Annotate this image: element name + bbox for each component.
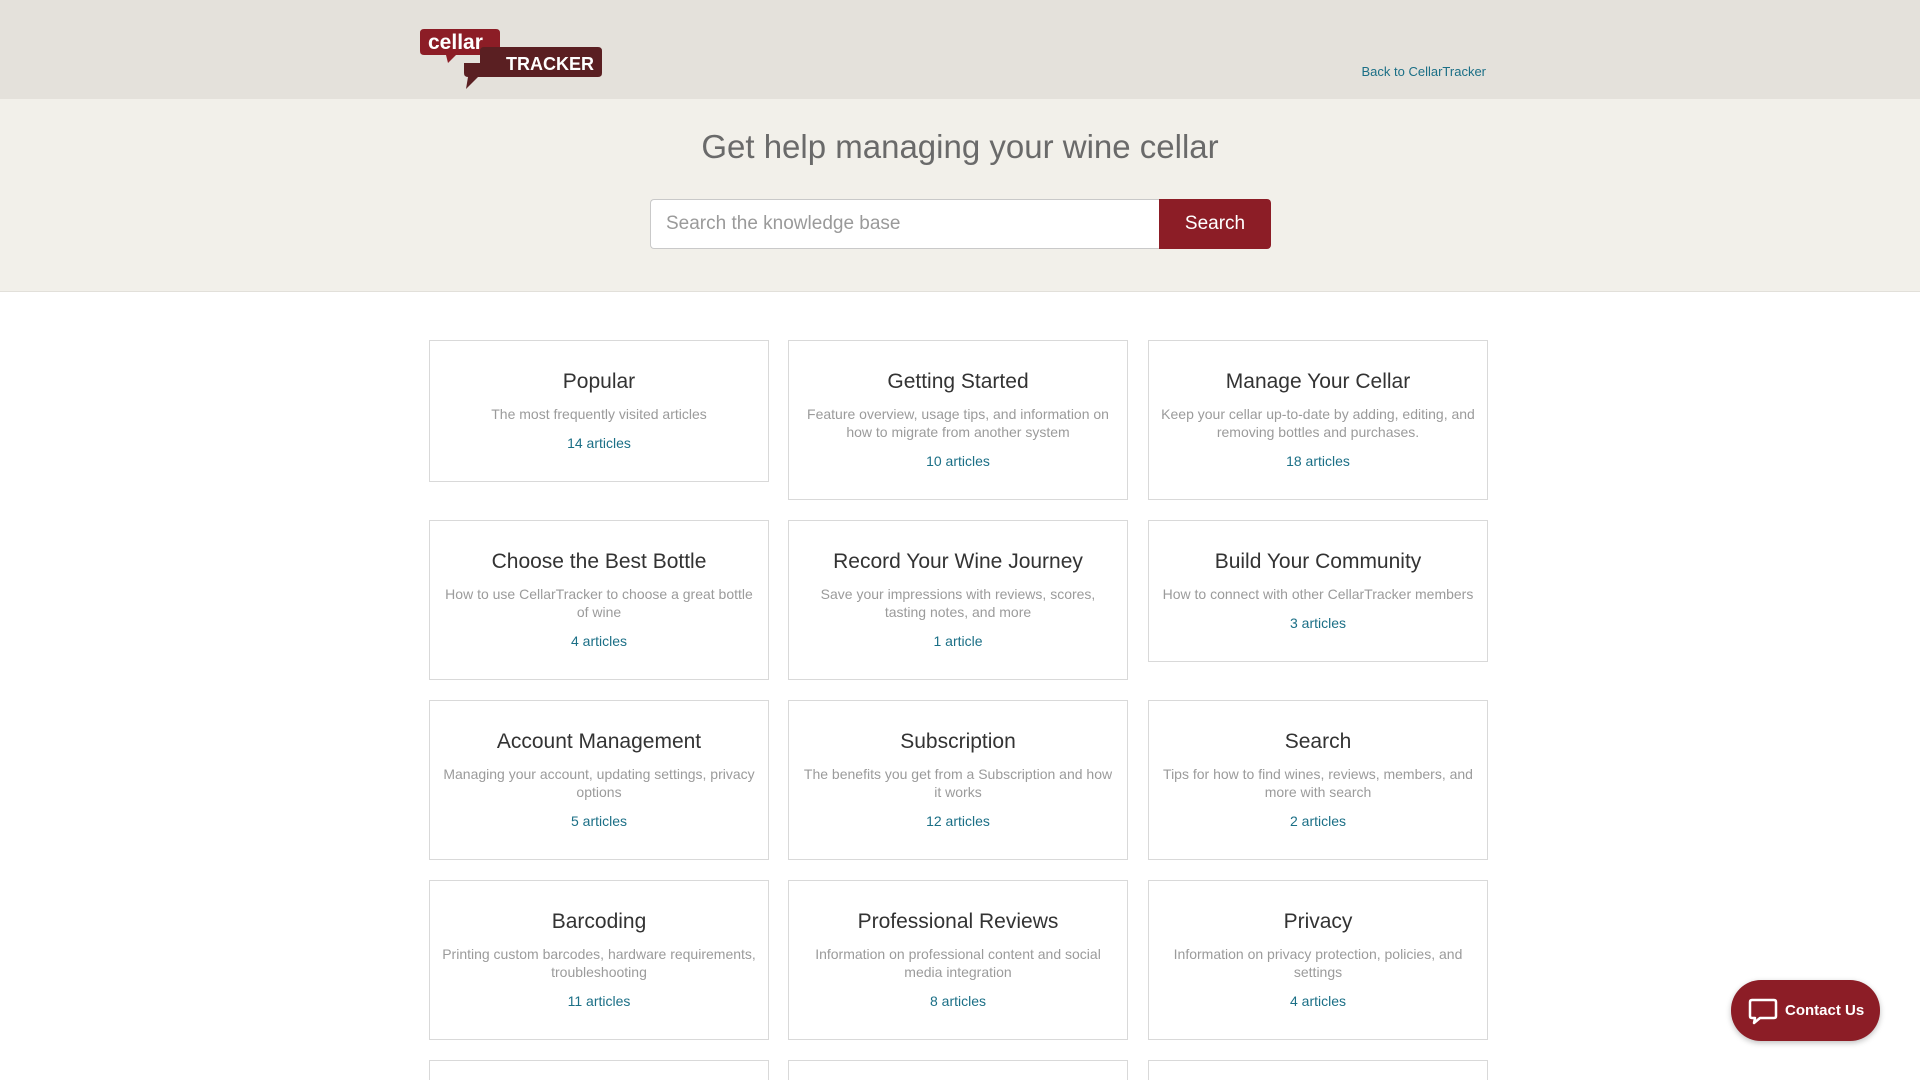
category-description: Feature overview, usage tips, and inform… [807,406,1109,440]
category-card-partial[interactable] [429,1060,769,1080]
category-article-count[interactable]: 1 article [801,633,1115,649]
category-title: Search [1284,730,1352,753]
page-title: Get help managing your wine cellar [701,128,1219,165]
contact-us-button[interactable]: Contact Us [1731,980,1880,1041]
category-card-getting-started[interactable]: Getting Started Feature overview, usage … [788,340,1128,500]
category-title: Record Your Wine Journey [833,550,1083,573]
category-card-record-wine-journey[interactable]: Record Your Wine Journey Save your impre… [788,520,1128,680]
category-description: Printing custom barcodes, hardware requi… [442,946,756,980]
category-description: The benefits you get from a Subscription… [803,766,1113,800]
category-article-count[interactable]: 3 articles [1161,615,1475,631]
category-title: Popular [562,370,636,393]
category-article-count[interactable]: 14 articles [442,435,756,451]
category-article-count[interactable]: 18 articles [1161,453,1475,469]
category-card-partial[interactable] [1148,1060,1488,1080]
contact-us-label: Contact Us [1785,1002,1865,1019]
category-card-privacy[interactable]: Privacy Information on privacy protectio… [1148,880,1488,1040]
search-input[interactable] [650,199,1160,249]
logo-text-tracker: TRACKER [506,54,594,74]
category-description: Keep your cellar up-to-date by adding, e… [1161,406,1475,440]
category-card-account-management[interactable]: Account Management Managing your account… [429,700,769,860]
top-header: cellar TRACKER Back to CellarTracker [0,0,1920,99]
category-card-partial[interactable] [788,1060,1128,1080]
category-title: Subscription [900,730,1016,753]
category-article-count[interactable]: 2 articles [1161,813,1475,829]
category-description: Information on professional content and … [815,946,1101,980]
category-card-search[interactable]: Search Tips for how to find wines, revie… [1148,700,1488,860]
back-to-cellartracker-link[interactable]: Back to CellarTracker [1362,64,1487,79]
search-button[interactable]: Search [1159,199,1271,249]
chat-bubble-icon [1748,998,1778,1025]
category-description: How to use CellarTracker to choose a gre… [445,586,753,620]
category-card-manage-your-cellar[interactable]: Manage Your Cellar Keep your cellar up-t… [1148,340,1488,500]
cellartracker-logo[interactable]: cellar TRACKER [418,27,603,91]
category-title: Manage Your Cellar [1225,370,1411,393]
category-article-count[interactable]: 11 articles [442,993,756,1009]
category-title: Getting Started [887,370,1029,393]
category-article-count[interactable]: 5 articles [442,813,756,829]
category-title: Build Your Community [1214,550,1422,573]
category-title: Privacy [1283,910,1353,933]
category-title: Professional Reviews [857,910,1059,933]
category-article-count[interactable]: 10 articles [801,453,1115,469]
category-description: How to connect with other CellarTracker … [1162,586,1474,602]
category-article-count[interactable]: 4 articles [442,633,756,649]
category-description: Tips for how to find wines, reviews, mem… [1163,766,1473,800]
category-article-count[interactable]: 8 articles [801,993,1115,1009]
category-description: Save your impressions with reviews, scor… [820,586,1096,620]
logo-text-cellar: cellar [428,31,483,54]
category-card-subscription[interactable]: Subscription The benefits you get from a… [788,700,1128,860]
category-description: Managing your account, updating settings… [443,766,755,800]
category-description: The most frequently visited articles [491,406,707,422]
category-article-count[interactable]: 12 articles [801,813,1115,829]
category-card-barcoding[interactable]: Barcoding Printing custom barcodes, hard… [429,880,769,1040]
category-card-popular[interactable]: Popular The most frequently visited arti… [429,340,769,482]
category-title: Choose the Best Bottle [491,550,707,573]
category-card-build-community[interactable]: Build Your Community How to connect with… [1148,520,1488,662]
category-title: Account Management [496,730,702,753]
category-card-choose-best-bottle[interactable]: Choose the Best Bottle How to use Cellar… [429,520,769,680]
category-title: Barcoding [551,910,647,933]
category-description: Information on privacy protection, polic… [1173,946,1463,980]
category-card-professional-reviews[interactable]: Professional Reviews Information on prof… [788,880,1128,1040]
category-article-count[interactable]: 4 articles [1161,993,1475,1009]
